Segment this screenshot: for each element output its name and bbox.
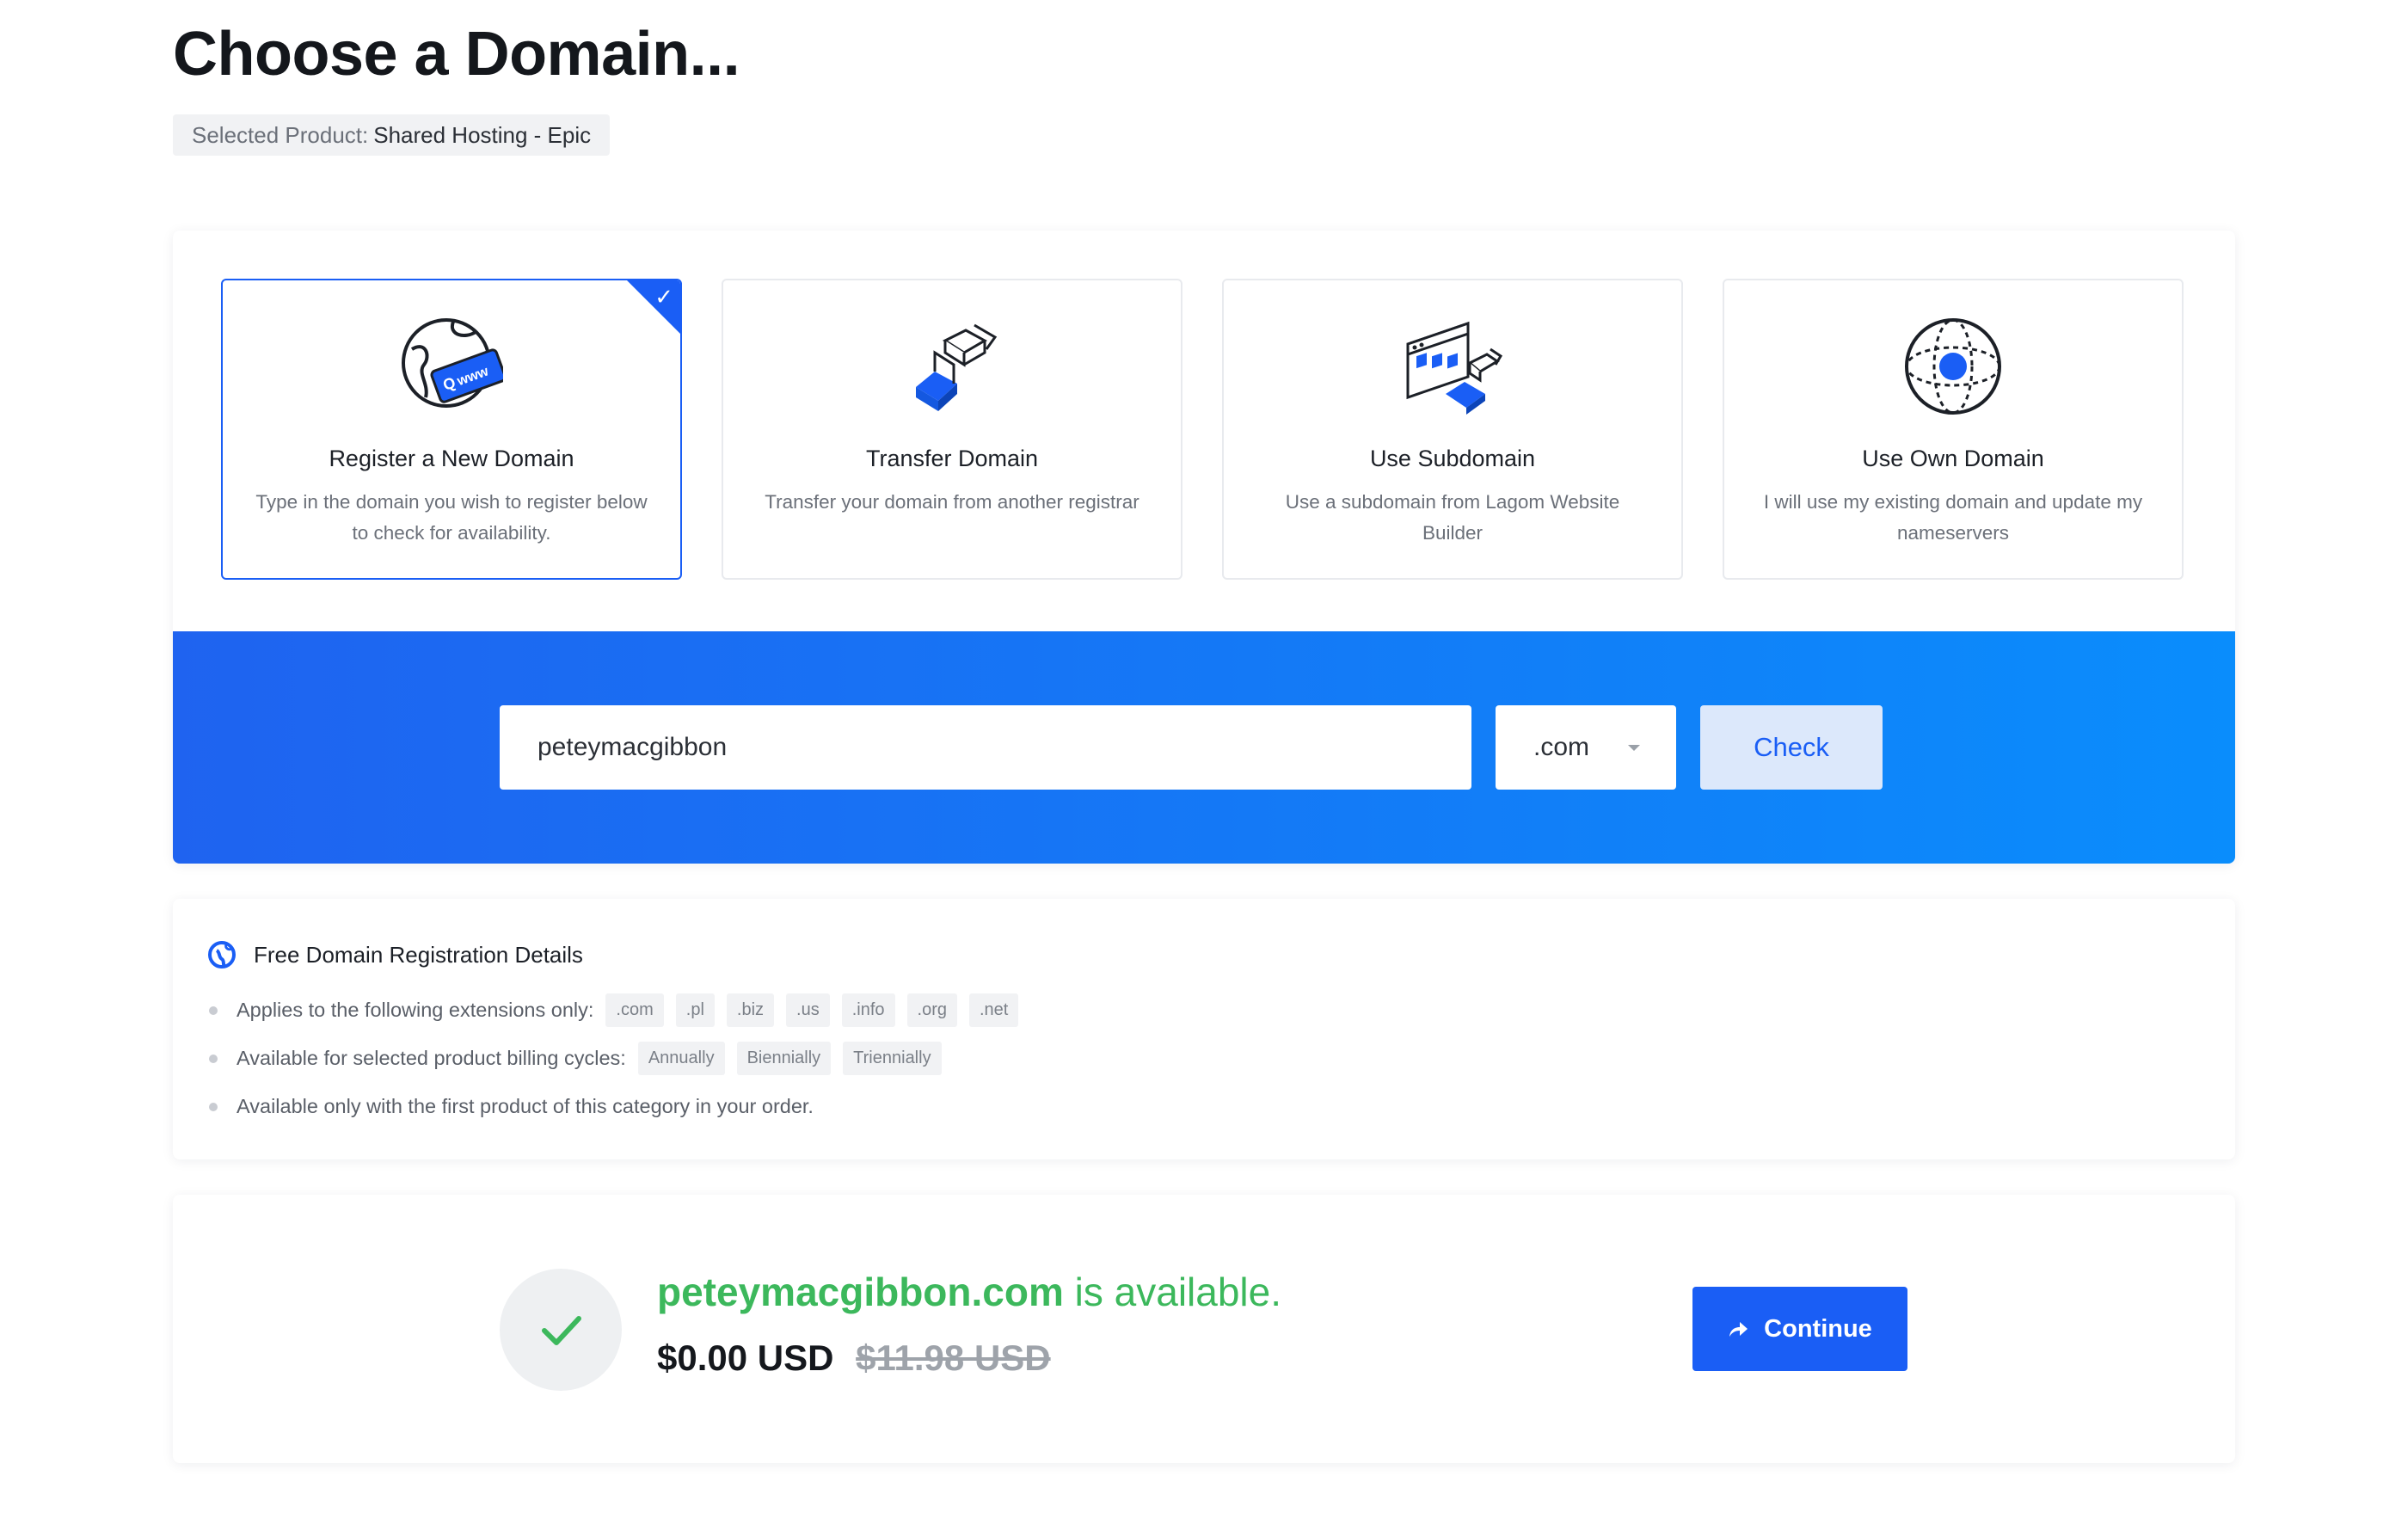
billing-cycle-tag: Triennially [843,1042,942,1075]
checkmark-icon [542,1316,581,1345]
price-line: $0.00 USD $11.98 USD [657,1337,1051,1379]
option-description: Type in the domain you wish to register … [255,491,648,544]
check-icon: ✓ [654,284,673,310]
tld-selected-value: .com [1533,733,1590,761]
extension-tag: .net [968,993,1019,1027]
option-description: Use a subdomain from Lagom Website Build… [1285,491,1620,544]
check-button[interactable]: Check [1700,705,1883,790]
extension-tag: .biz [726,993,775,1027]
original-price: $11.98 USD [856,1337,1051,1378]
globe-info-icon [208,941,236,968]
extensions-row: Applies to the following extensions only… [209,993,1019,1027]
subdomain-browser-icon [1406,321,1503,415]
first-product-note: Available only with the first product of… [236,1095,814,1117]
option-title: Register a New Domain [329,446,574,471]
tld-select[interactable]: .com [1496,705,1676,790]
billing-cycles-row: Available for selected product billing c… [209,1042,942,1075]
page-title: Choose a Domain... [173,20,740,89]
option-use-subdomain[interactable]: Use Subdomain Use a subdomain from Lagom… [1222,279,1683,580]
details-title: Free Domain Registration Details [254,941,583,968]
option-title: Use Subdomain [1369,446,1536,471]
free-domain-details-card: Free Domain Registration Details Applies… [173,899,2235,1159]
continue-label: Continue [1764,1314,1872,1343]
selected-product-value: Shared Hosting - Epic [373,121,592,148]
globe-www-icon: Q www [402,318,503,408]
selected-product-label: Selected Product: [192,121,369,148]
current-price: $0.00 USD [657,1337,834,1378]
billing-cycles-label: Available for selected product billing c… [236,1047,626,1069]
option-transfer-domain[interactable]: Transfer Domain Transfer your domain fro… [722,279,1182,580]
option-register-domain[interactable]: ✓ Q www Register a New Domain Type in th… [221,279,682,580]
domain-search-input[interactable] [500,705,1471,790]
billing-cycle-tag: Annually [637,1042,725,1075]
availability-message: peteymacgibbon.com is available. [657,1269,1281,1315]
bullet-icon [209,1054,218,1063]
billing-cycle-tag: Biennially [736,1042,832,1075]
first-product-row: Available only with the first product of… [209,1095,814,1118]
extension-tag: .us [786,993,830,1027]
availability-status-text: is available. [1074,1270,1282,1314]
chevron-down-icon [1628,745,1640,751]
option-title: Use Own Domain [1862,446,2044,471]
option-description: Transfer your domain from another regist… [765,491,1140,513]
option-title: Transfer Domain [865,446,1039,471]
forward-arrow-icon [1729,1322,1748,1337]
bullet-icon [209,1102,218,1111]
domain-search-band: .com Check [173,631,2235,864]
available-domain-name: peteymacgibbon.com [657,1270,1064,1314]
option-use-own-domain[interactable]: Use Own Domain I will use my existing do… [1723,279,2184,580]
transfer-icon [916,323,998,411]
extension-tag: .pl [675,993,715,1027]
selected-product-badge: Selected Product: Shared Hosting - Epic [173,114,611,156]
extension-tag: .org [906,993,957,1027]
domain-options-card: ✓ Q www Register a New Domain Type in th… [173,231,2235,864]
own-domain-globe-icon [1905,318,2001,415]
continue-button[interactable]: Continue [1692,1287,1907,1371]
option-description: I will use my existing domain and update… [1763,491,2143,544]
bullet-icon [209,1005,218,1015]
extension-tag: .com [605,993,664,1027]
available-status-circle [500,1269,622,1391]
details-header: Free Domain Registration Details [207,940,583,969]
availability-result-card: peteymacgibbon.com is available. $0.00 U… [173,1195,2235,1463]
extensions-label: Applies to the following extensions only… [236,999,594,1021]
extension-tag: .info [841,993,895,1027]
